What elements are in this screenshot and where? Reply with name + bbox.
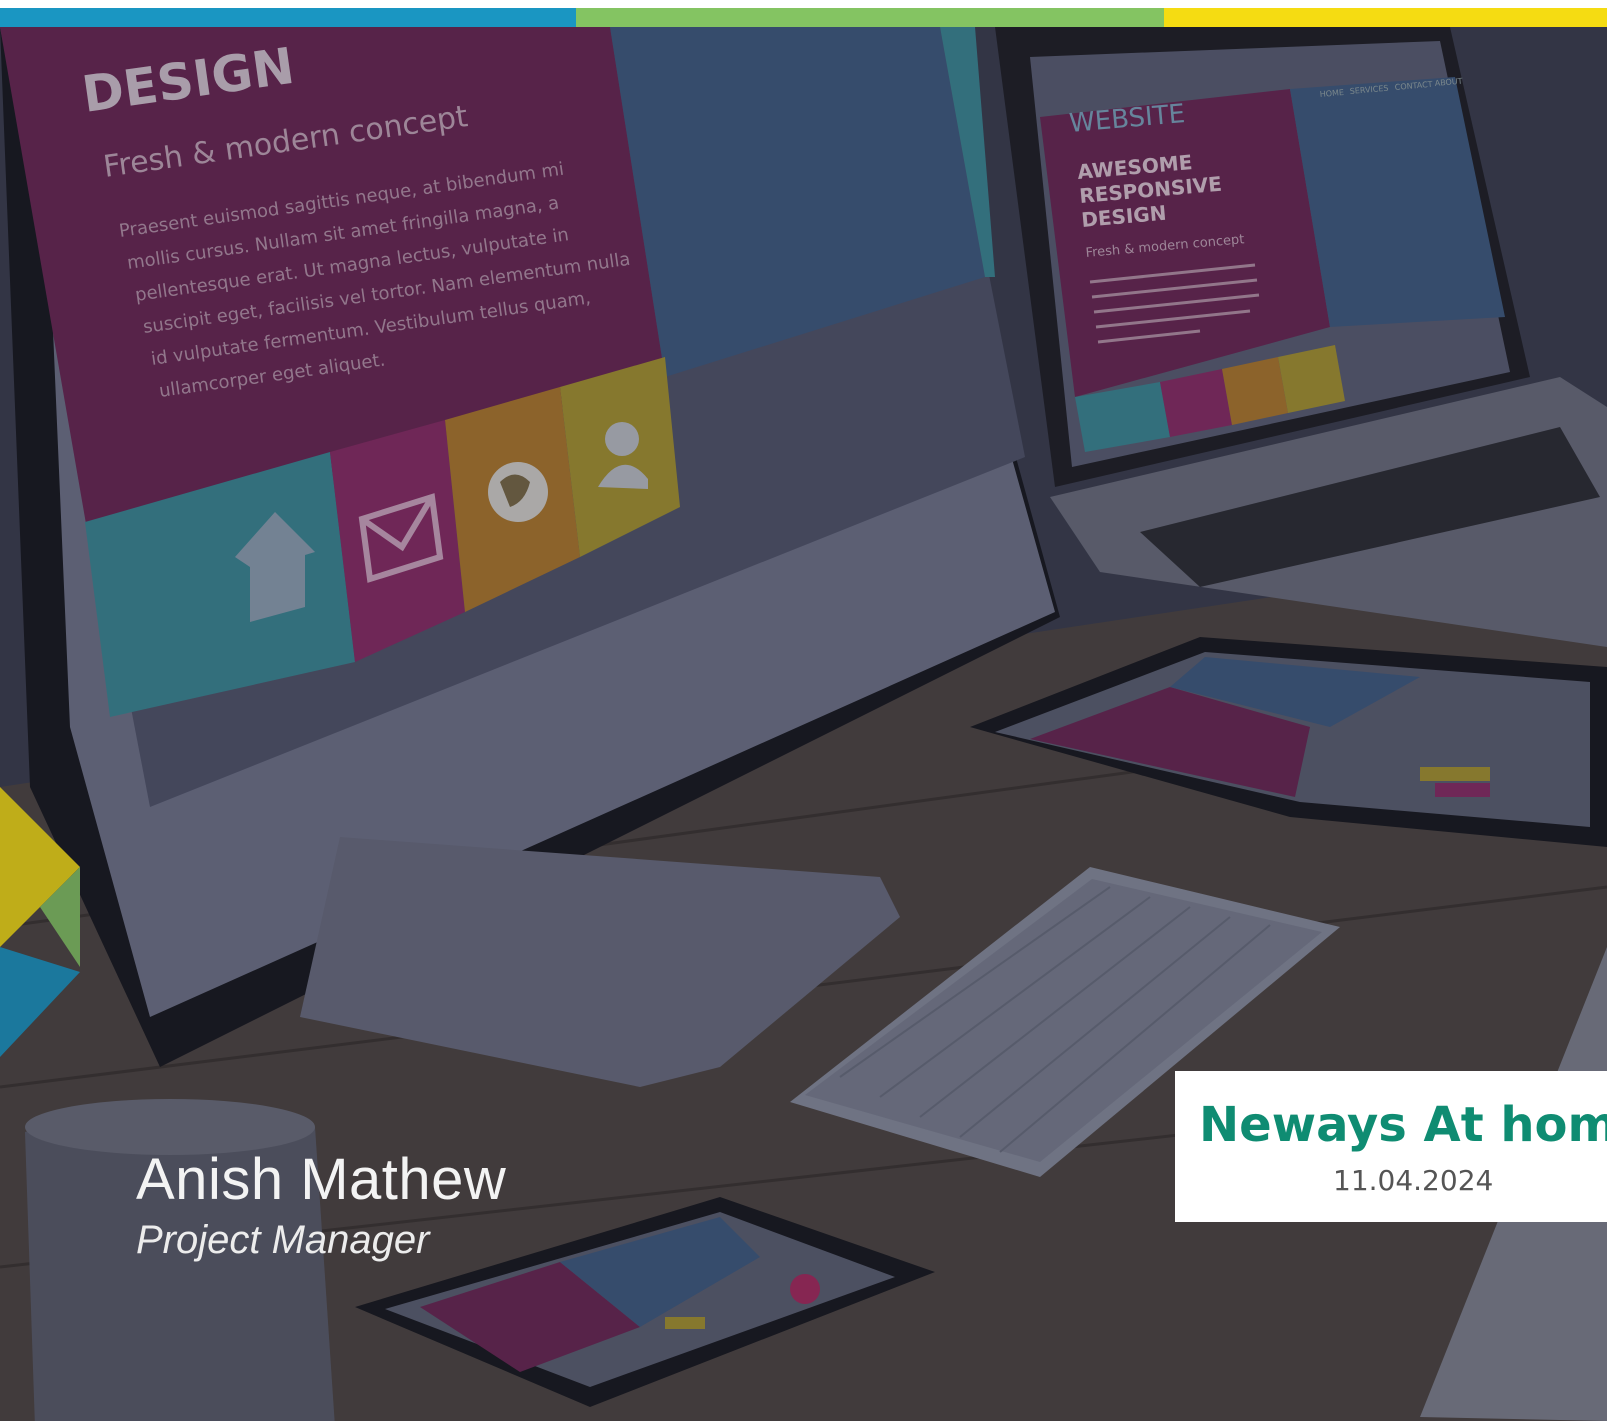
event-info-card: Neways At home 11.04.2024 [1175,1071,1607,1222]
stripe-green [576,8,1164,27]
event-title: Neways At home [1199,1097,1607,1153]
stripe-blue [0,8,576,27]
top-white-line [0,0,1607,8]
stripe-yellow [1164,8,1607,27]
presenter-name: Anish Mathew [136,1147,507,1212]
event-date: 11.04.2024 [1333,1164,1494,1197]
presenter-role: Project Manager [136,1218,430,1262]
